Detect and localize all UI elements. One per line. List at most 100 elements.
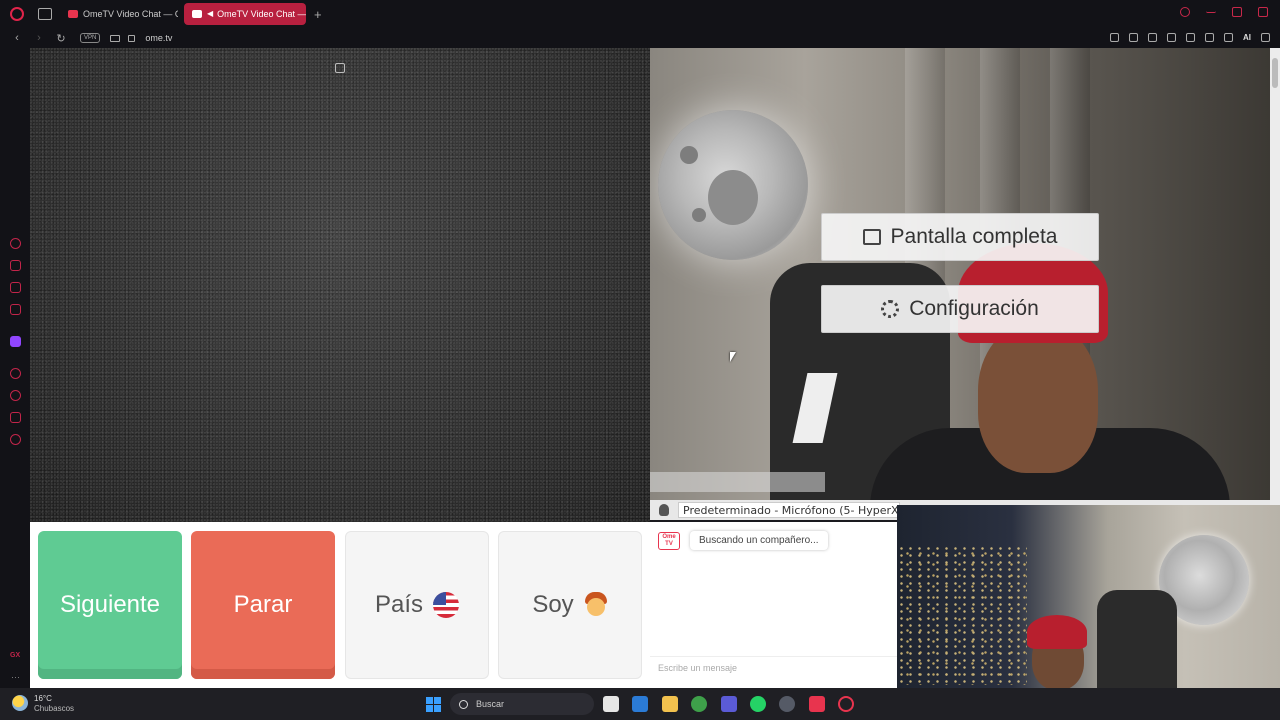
next-label: Siguiente — [59, 591, 161, 618]
tab-title: OmeTV Video Chat — — [217, 9, 306, 19]
browser-tab-bar: OmeTV Video Chat — Ome ◀ OmeTV Video Cha… — [0, 0, 1280, 28]
back-icon[interactable]: ‹ — [12, 32, 22, 44]
weather-description[interactable]: Chubascos — [34, 704, 74, 713]
lock-icon[interactable] — [128, 34, 136, 42]
music-icon[interactable] — [10, 304, 21, 315]
us-flag-icon — [433, 592, 460, 618]
camera-icon[interactable] — [110, 34, 121, 42]
city-lights — [897, 545, 1027, 685]
file-explorer-icon[interactable] — [662, 696, 678, 712]
stranger-video — [30, 48, 650, 522]
windows-taskbar: 16°C Chubascos Buscar — [0, 688, 1280, 720]
ometv-logo: Ome TV — [658, 532, 680, 550]
gender-label: Soy — [532, 591, 574, 618]
menu-icon[interactable] — [1261, 33, 1270, 42]
shield-icon[interactable] — [1148, 33, 1157, 42]
reload-icon[interactable]: ↻ — [56, 32, 66, 45]
country-button[interactable]: País — [345, 531, 489, 679]
extensions-icon[interactable] — [10, 412, 21, 423]
fullscreen-button[interactable]: Pantalla completa — [821, 213, 1099, 261]
self-camera-video: Pantalla completa Configuración — [650, 48, 1270, 500]
person-head — [978, 323, 1098, 473]
moon-lamp — [658, 110, 808, 260]
taskbar-search[interactable]: Buscar — [450, 693, 594, 715]
country-label: País — [374, 591, 424, 618]
screen: OmeTV Video Chat — Ome ◀ OmeTV Video Cha… — [0, 0, 1280, 720]
stop-button[interactable]: Parar — [191, 531, 335, 679]
settings-icon[interactable] — [10, 434, 21, 445]
self-camera-preview — [897, 505, 1280, 688]
fullscreen-icon — [862, 229, 881, 245]
history-icon[interactable] — [10, 390, 21, 401]
mouse-cursor — [730, 352, 736, 362]
gx-label: GX — [10, 652, 21, 659]
chrome-icon[interactable] — [691, 696, 707, 712]
window-controls — [1180, 7, 1268, 17]
forward-icon[interactable]: › — [34, 32, 44, 44]
steam-icon[interactable] — [779, 696, 795, 712]
gx-control-icon[interactable] — [10, 238, 21, 249]
blurred-label — [650, 472, 825, 492]
chat-status-message: Buscando un compañero... — [690, 531, 828, 550]
scrollbar-thumb[interactable] — [1272, 58, 1278, 88]
account-icon[interactable] — [1224, 33, 1233, 42]
ai-button[interactable]: AI — [1243, 33, 1251, 42]
speaker-icon[interactable]: ◀ — [207, 10, 213, 18]
store-icon[interactable] — [632, 696, 648, 712]
boy-emoji-icon — [584, 592, 608, 618]
restore-button[interactable] — [1232, 7, 1242, 17]
whatsapp-icon[interactable] — [750, 696, 766, 712]
opera-icon[interactable] — [838, 696, 854, 712]
heart-icon[interactable] — [1205, 33, 1214, 42]
tab-title: OmeTV Video Chat — Ome — [83, 9, 178, 19]
tab-overview-icon[interactable] — [38, 8, 52, 20]
translate-icon[interactable] — [1167, 33, 1176, 42]
weather-temperature[interactable]: 16°C — [34, 694, 52, 703]
microphone-select[interactable]: Predeterminado - Micrófono (5- HyperX Qu — [678, 502, 900, 518]
settings-button[interactable]: Configuración — [821, 285, 1099, 333]
more-icon[interactable]: ··· — [11, 672, 20, 682]
close-button[interactable] — [1258, 7, 1268, 17]
affinity-icon[interactable] — [721, 696, 737, 712]
search-label: Buscar — [476, 699, 505, 709]
ometv-favicon-icon — [192, 10, 202, 18]
popout-icon[interactable] — [335, 63, 345, 73]
snapshot-icon[interactable] — [1129, 33, 1138, 42]
settings-label: Configuración — [909, 297, 1039, 320]
toolbar-icons: AI — [1110, 33, 1270, 42]
chat-controls: Siguiente Parar País Soy — [30, 522, 650, 688]
gender-button[interactable]: Soy — [498, 531, 642, 679]
tab-ometv-1[interactable]: OmeTV Video Chat — Ome — [60, 3, 178, 25]
red-cap — [1027, 615, 1087, 649]
task-view-icon[interactable] — [603, 696, 619, 712]
weather-icon[interactable] — [12, 695, 28, 711]
twitch-icon[interactable] — [10, 336, 21, 347]
vpn-badge[interactable]: VPN — [80, 33, 101, 43]
message-input[interactable]: Escribe un mensaje — [650, 656, 897, 678]
microphone-icon — [659, 504, 669, 516]
search-icon — [459, 699, 468, 709]
gaming-chair — [1097, 590, 1177, 688]
address-bar: ‹ › ↻ VPN ome.tv AI — [0, 28, 1280, 48]
fullscreen-label: Pantalla completa — [890, 225, 1058, 248]
stop-label: Parar — [233, 591, 293, 618]
scrollbar[interactable] — [1270, 48, 1280, 508]
tiktok-icon[interactable] — [809, 696, 825, 712]
next-button[interactable]: Siguiente — [38, 531, 182, 679]
play-icon[interactable] — [1186, 33, 1195, 42]
browser-sidebar: GX ··· — [0, 48, 30, 688]
tab-ometv-2[interactable]: ◀ OmeTV Video Chat — — [184, 3, 306, 25]
gx-corner-icon[interactable] — [10, 260, 21, 271]
search-tabs-icon[interactable] — [1180, 7, 1190, 17]
opera-menu-icon[interactable] — [10, 7, 24, 21]
player-icon[interactable] — [10, 368, 21, 379]
new-tab-button[interactable]: + — [314, 7, 322, 22]
gear-icon — [881, 300, 900, 318]
messenger-icon[interactable] — [10, 282, 21, 293]
windows-start-icon[interactable] — [426, 697, 441, 712]
url-field[interactable]: ome.tv — [145, 33, 172, 43]
chat-panel: Ome TV Buscando un compañero... Escribe … — [650, 522, 897, 688]
ometv-favicon-icon — [68, 10, 78, 18]
minimize-button[interactable] — [1206, 7, 1216, 13]
pin-icon[interactable] — [1110, 33, 1119, 42]
